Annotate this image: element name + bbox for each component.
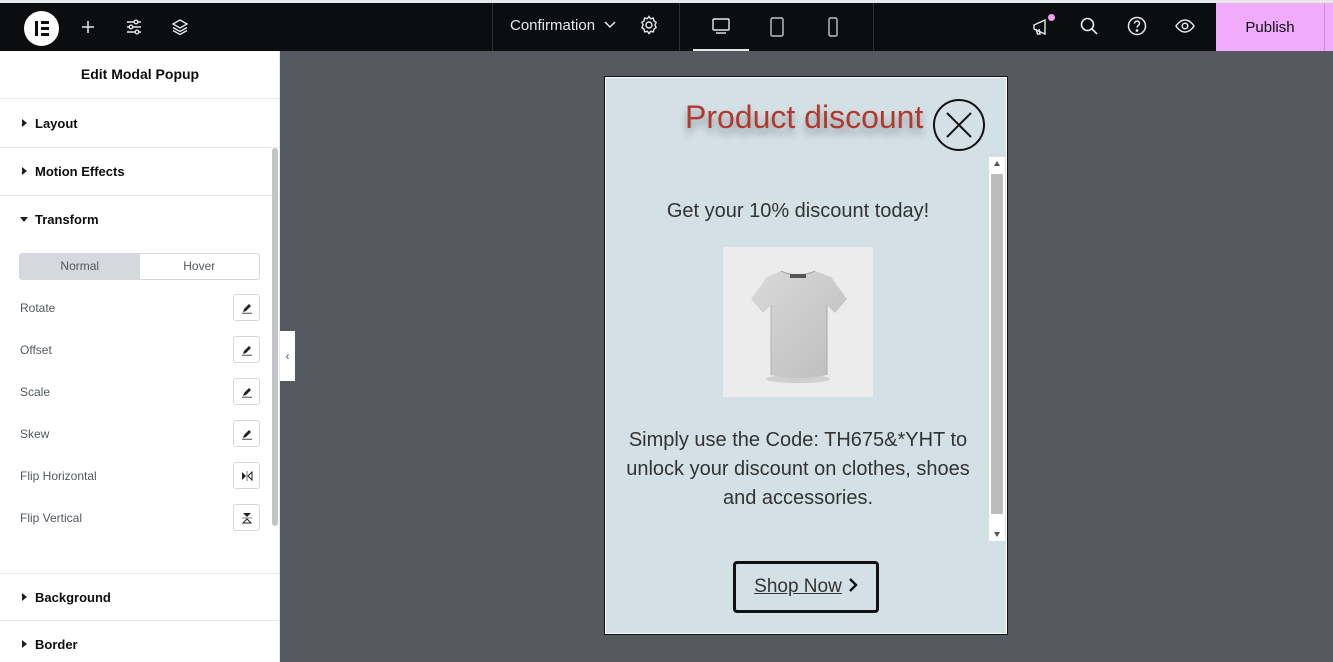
control-offset: Offset [20, 336, 260, 364]
control-label: Rotate [20, 301, 56, 315]
edit-pencil-icon[interactable] [233, 378, 260, 405]
shop-now-button[interactable]: Shop Now [733, 561, 879, 613]
normal-hover-tabs: Normal Hover [19, 253, 260, 280]
caret-down-icon [20, 217, 28, 222]
section-label: Motion Effects [35, 164, 125, 179]
help-question-icon[interactable] [1126, 15, 1148, 42]
caret-right-icon [22, 167, 27, 175]
mobile-device-icon[interactable] [805, 3, 861, 51]
control-flip-horizontal: Flip Horizontal [20, 462, 260, 490]
panel-scrollbar[interactable] [272, 148, 278, 526]
modal-popup[interactable]: Product discount Get your 10% discount t… [604, 76, 1008, 635]
control-label: Offset [20, 343, 52, 357]
control-label: Skew [20, 427, 50, 441]
panel-title: Edit Modal Popup [0, 51, 279, 99]
structure-layers-icon[interactable] [166, 3, 194, 51]
publish-options-button[interactable] [1324, 3, 1333, 51]
control-label: Flip Horizontal [20, 469, 97, 483]
site-settings-icon[interactable] [120, 3, 148, 51]
add-element-icon[interactable] [74, 3, 102, 51]
chevron-right-icon [848, 576, 858, 598]
control-skew: Skew [20, 420, 260, 448]
search-icon[interactable] [1078, 15, 1100, 42]
edit-pencil-icon[interactable] [233, 336, 260, 363]
caret-right-icon [22, 119, 27, 127]
section-label: Layout [35, 116, 78, 131]
scroll-down-arrow-icon[interactable] [994, 532, 1000, 537]
chevron-down-icon[interactable] [603, 17, 617, 36]
popup-headline: Get your 10% discount today! [666, 200, 930, 222]
caret-right-icon [22, 593, 27, 601]
flip-horizontal-icon[interactable] [233, 462, 260, 489]
tab-normal[interactable]: Normal [20, 254, 140, 279]
desktop-device-icon[interactable] [693, 3, 749, 51]
scroll-thumb[interactable] [991, 174, 1003, 514]
shop-now-label: Shop Now [754, 576, 842, 597]
section-label: Border [35, 637, 78, 652]
top-bar: Confirmation Publish [0, 0, 1333, 51]
elementor-logo-icon[interactable] [24, 11, 59, 46]
notification-dot [1048, 14, 1055, 21]
control-label: Flip Vertical [20, 511, 83, 525]
tab-hover[interactable]: Hover [140, 254, 260, 279]
control-scale: Scale [20, 378, 260, 406]
section-border[interactable]: Border [0, 621, 279, 662]
tablet-device-icon[interactable] [749, 3, 805, 51]
tshirt-product-image [723, 247, 873, 397]
control-label: Scale [20, 385, 51, 399]
section-label: Transform [35, 212, 99, 227]
publish-button[interactable]: Publish [1216, 3, 1324, 51]
control-rotate: Rotate [20, 294, 260, 322]
edit-pencil-icon[interactable] [233, 294, 260, 321]
popup-scrollbar[interactable] [989, 157, 1005, 541]
section-label: Background [35, 590, 111, 605]
document-title[interactable]: Confirmation [510, 17, 595, 34]
responsive-mode-switcher [681, 3, 874, 51]
control-flip-vertical: Flip Vertical [20, 504, 260, 532]
flip-vertical-icon[interactable] [233, 504, 260, 531]
popup-title: Product discount [685, 99, 924, 135]
edit-pencil-icon[interactable] [233, 420, 260, 447]
collapse-panel-chevron-left-icon[interactable]: ‹ [280, 331, 295, 381]
scroll-up-arrow-icon[interactable] [994, 161, 1000, 166]
preview-eye-icon[interactable] [1174, 15, 1196, 42]
editor-panel: Edit Modal Popup Layout Motion Effects T… [0, 51, 280, 662]
popup-body-text: Simply use the Code: TH675&*YHT to unloc… [626, 429, 970, 509]
section-motion-effects[interactable]: Motion Effects [0, 148, 279, 196]
document-selector[interactable]: Confirmation [492, 3, 680, 51]
section-layout[interactable]: Layout [0, 100, 279, 148]
page-settings-gear-icon[interactable] [639, 15, 659, 40]
close-icon[interactable] [933, 99, 985, 151]
whats-new-megaphone-icon[interactable] [1030, 14, 1055, 44]
caret-right-icon [22, 640, 27, 648]
section-transform[interactable]: Transform [0, 196, 279, 244]
section-background[interactable]: Background [0, 573, 279, 621]
